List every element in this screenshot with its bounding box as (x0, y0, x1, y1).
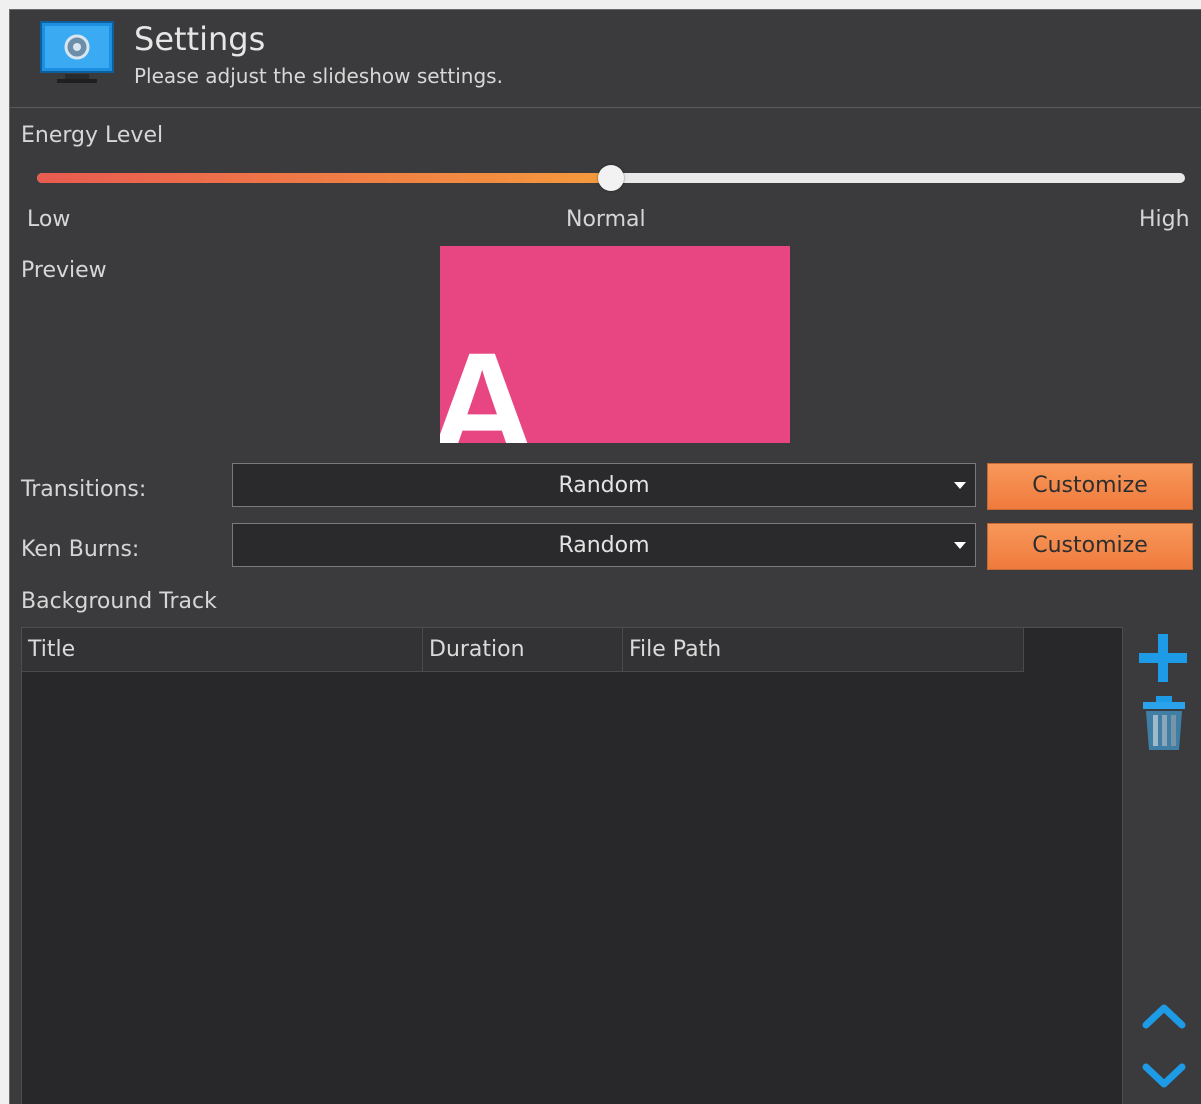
monitor-gear-icon (40, 21, 114, 83)
page-subtitle: Please adjust the slideshow settings. (134, 64, 503, 88)
preview-letter: A (440, 330, 536, 443)
energy-slider-fill (37, 173, 611, 183)
transitions-customize-button[interactable]: Customize (987, 463, 1193, 510)
transitions-select[interactable]: Random (232, 463, 976, 507)
header: Settings Please adjust the slideshow set… (10, 10, 1201, 108)
chevron-up-icon[interactable] (1142, 1001, 1186, 1031)
table-header: Title Duration File Path (22, 628, 1024, 672)
energy-tick-low: Low (27, 207, 71, 232)
ken-burns-label: Ken Burns: (21, 537, 140, 562)
page-title: Settings (134, 20, 266, 58)
background-track-table[interactable]: Title Duration File Path (21, 627, 1123, 1104)
preview-label: Preview (21, 258, 107, 283)
ken-burns-select[interactable]: Random (232, 523, 976, 567)
trash-icon[interactable] (1140, 694, 1188, 752)
chevron-down-icon[interactable] (1142, 1061, 1186, 1091)
transitions-select-value: Random (558, 473, 650, 498)
column-header-file-path[interactable]: File Path (623, 628, 1024, 672)
plus-icon[interactable] (1136, 631, 1190, 685)
column-header-duration[interactable]: Duration (423, 628, 623, 672)
preview-image: A (440, 246, 790, 443)
settings-window: Settings Please adjust the slideshow set… (9, 9, 1201, 1104)
dropdown-arrow-icon (954, 542, 966, 549)
ken-burns-customize-button[interactable]: Customize (987, 523, 1193, 570)
energy-slider-thumb[interactable] (598, 165, 624, 191)
ken-burns-select-value: Random (558, 533, 650, 558)
transitions-label: Transitions: (21, 477, 147, 502)
column-header-title[interactable]: Title (22, 628, 423, 672)
background-track-label: Background Track (21, 589, 217, 614)
energy-level-label: Energy Level (21, 123, 164, 148)
energy-level-slider[interactable] (37, 165, 1185, 191)
energy-tick-high: High (1139, 207, 1190, 232)
energy-tick-normal: Normal (566, 207, 646, 232)
dropdown-arrow-icon (954, 482, 966, 489)
